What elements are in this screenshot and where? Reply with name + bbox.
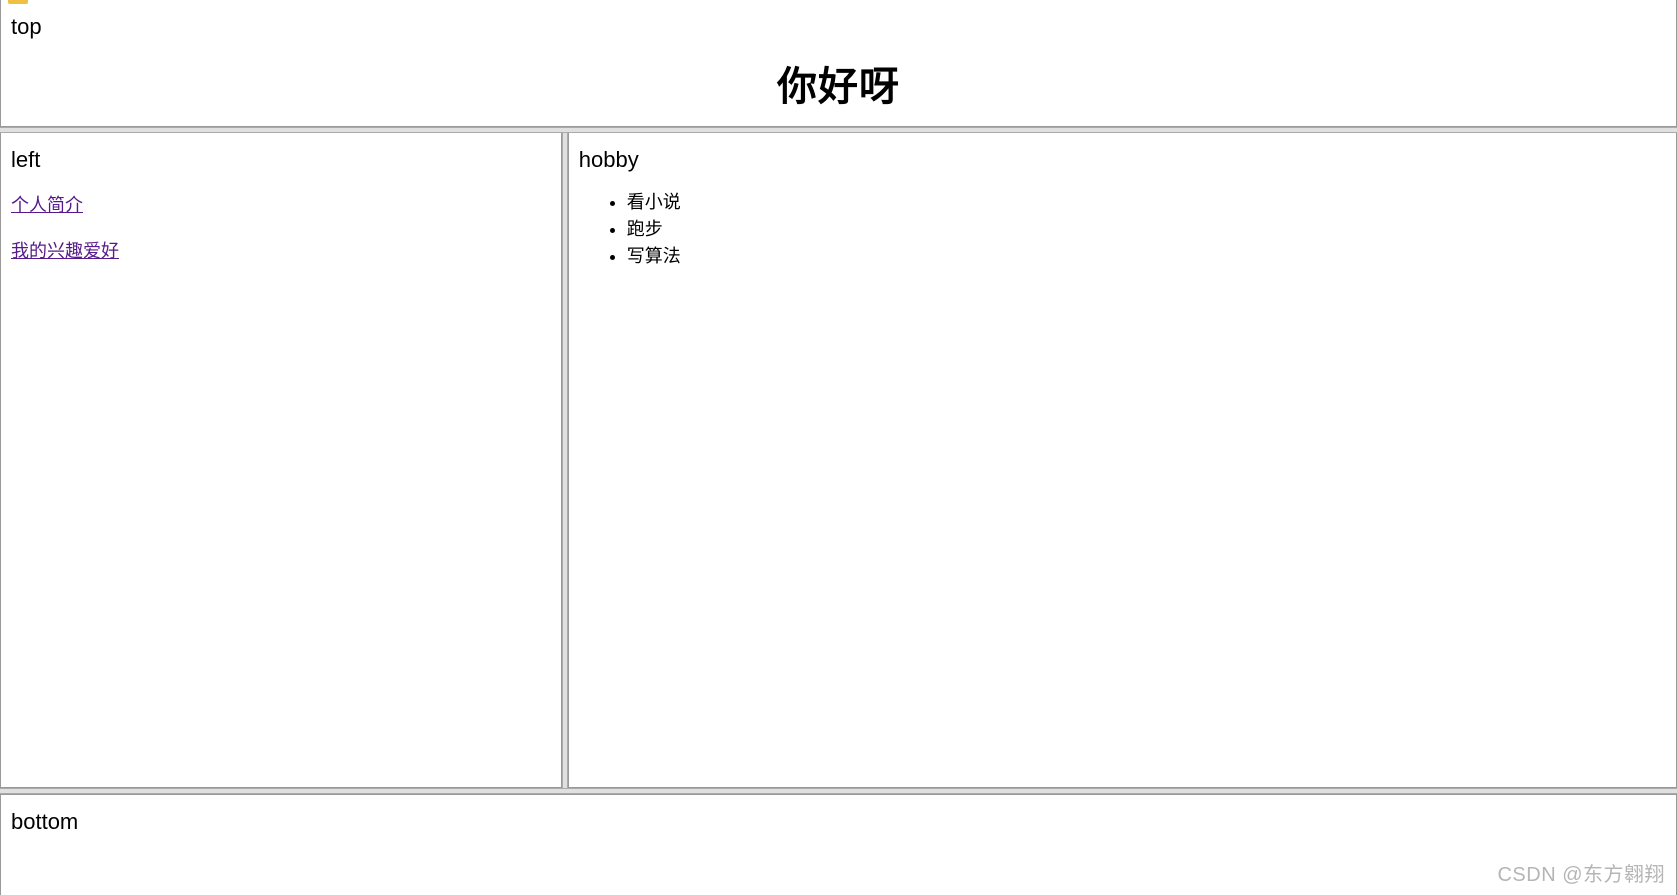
hobby-list: 看小说 跑步 写算法 bbox=[579, 189, 1666, 269]
right-label: hobby bbox=[579, 147, 1666, 173]
list-item: 看小说 bbox=[627, 189, 1666, 215]
left-label: left bbox=[11, 147, 551, 173]
top-label: top bbox=[11, 14, 1666, 40]
middle-frameset-row: left 个人简介 我的兴趣爱好 hobby 看小说 跑步 写算法 bbox=[0, 133, 1677, 788]
left-frame: left 个人简介 我的兴趣爱好 bbox=[0, 133, 562, 788]
link-profile[interactable]: 个人简介 bbox=[11, 191, 551, 217]
right-frame: hobby 看小说 跑步 写算法 bbox=[568, 133, 1677, 788]
link-hobbies[interactable]: 我的兴趣爱好 bbox=[11, 237, 551, 263]
top-frame: top 你好呀 bbox=[0, 0, 1677, 127]
page-heading: 你好呀 bbox=[11, 54, 1666, 112]
list-item: 写算法 bbox=[627, 243, 1666, 269]
bottom-frame: bottom bbox=[0, 794, 1677, 895]
frameset-container: top 你好呀 left 个人简介 我的兴趣爱好 hobby 看小说 跑步 写算… bbox=[0, 0, 1677, 895]
bottom-label: bottom bbox=[11, 809, 1666, 835]
list-item: 跑步 bbox=[627, 216, 1666, 242]
folder-icon bbox=[8, 0, 28, 4]
